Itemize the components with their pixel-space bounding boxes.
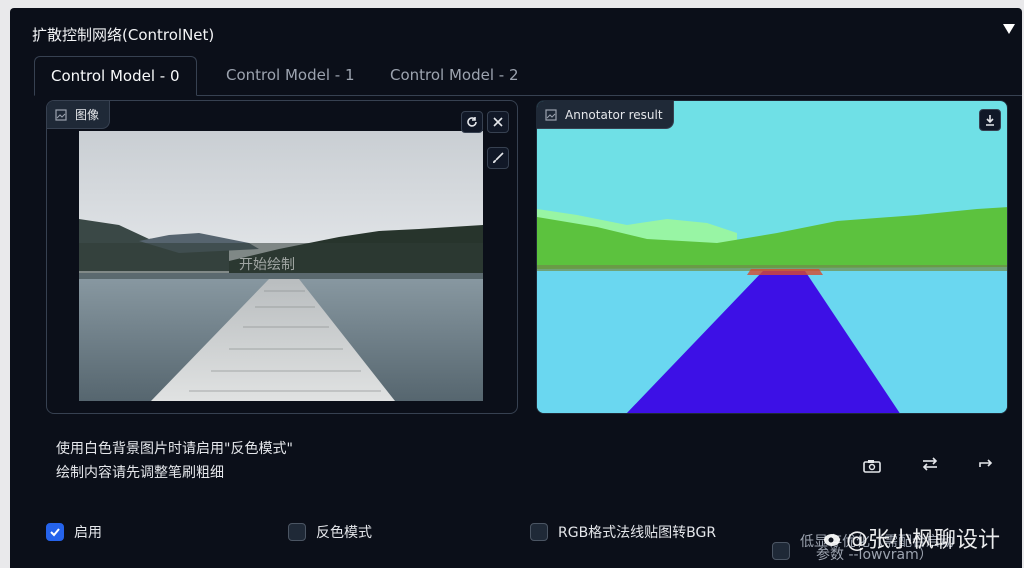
invert-checkbox[interactable] bbox=[288, 523, 306, 541]
camera-icon[interactable] bbox=[862, 458, 882, 474]
enable-checkbox[interactable] bbox=[46, 523, 64, 541]
rgb-bgr-checkbox-row[interactable]: RGB格式法线贴图转BGR bbox=[530, 522, 716, 542]
annotator-result-box[interactable]: Annotator result bbox=[536, 100, 1008, 414]
brush-icon bbox=[493, 152, 504, 163]
input-overlay-text: 开始绘制 bbox=[239, 257, 295, 273]
image-icon bbox=[55, 108, 67, 121]
panel-title: 扩散控制网络(ControlNet) bbox=[32, 26, 215, 44]
clear-image-button[interactable] bbox=[487, 111, 509, 133]
annotator-label: Annotator result bbox=[537, 101, 674, 129]
lake-photo: 开始绘制 bbox=[79, 131, 483, 401]
weibo-logo-icon bbox=[823, 534, 840, 546]
rgb-bgr-label: RGB格式法线贴图转BGR bbox=[558, 525, 717, 541]
swap-icon[interactable] bbox=[920, 456, 940, 472]
image-icon bbox=[545, 108, 557, 121]
rotate-icon bbox=[467, 117, 477, 127]
tab-control-model-2[interactable]: Control Model - 2 bbox=[374, 56, 535, 96]
download-button[interactable] bbox=[979, 109, 1001, 131]
invert-checkbox-row[interactable]: 反色模式 bbox=[288, 522, 372, 542]
lowvram-checkbox[interactable] bbox=[772, 542, 790, 560]
send-arrow-icon[interactable] bbox=[976, 454, 996, 470]
rotate-button[interactable] bbox=[461, 111, 483, 133]
input-image-label-text: 图像 bbox=[75, 108, 100, 122]
invert-label: 反色模式 bbox=[316, 525, 372, 541]
collapse-triangle-icon[interactable] bbox=[1002, 22, 1016, 36]
tab-control-model-1[interactable]: Control Model - 1 bbox=[210, 56, 371, 96]
segmentation-map bbox=[537, 101, 1007, 413]
watermark: @张小枫聊设计 bbox=[822, 522, 1000, 554]
input-image-label: 图像 bbox=[47, 101, 111, 129]
hint-brush-size: 绘制内容请先调整笔刷粗细 bbox=[56, 465, 224, 481]
hint-invert-mode: 使用白色背景图片时请启用"反色模式" bbox=[56, 441, 293, 457]
rgb-bgr-checkbox[interactable] bbox=[530, 523, 548, 541]
input-image-box[interactable]: 开始绘制 图像 bbox=[46, 100, 518, 414]
model-tabs: Control Model - 0 Control Model - 1 Cont… bbox=[34, 56, 1022, 96]
controlnet-panel: 扩散控制网络(ControlNet) Control Model - 0 Con… bbox=[10, 8, 1022, 568]
watermark-text: @张小枫聊设计 bbox=[845, 528, 1000, 553]
annotator-label-text: Annotator result bbox=[565, 107, 663, 122]
download-icon bbox=[986, 115, 994, 126]
checkmark-icon bbox=[50, 528, 60, 537]
brush-button[interactable] bbox=[487, 147, 509, 169]
enable-label: 启用 bbox=[74, 525, 102, 541]
close-icon bbox=[493, 117, 503, 127]
enable-checkbox-row[interactable]: 启用 bbox=[46, 522, 102, 542]
tab-control-model-0[interactable]: Control Model - 0 bbox=[34, 56, 197, 96]
